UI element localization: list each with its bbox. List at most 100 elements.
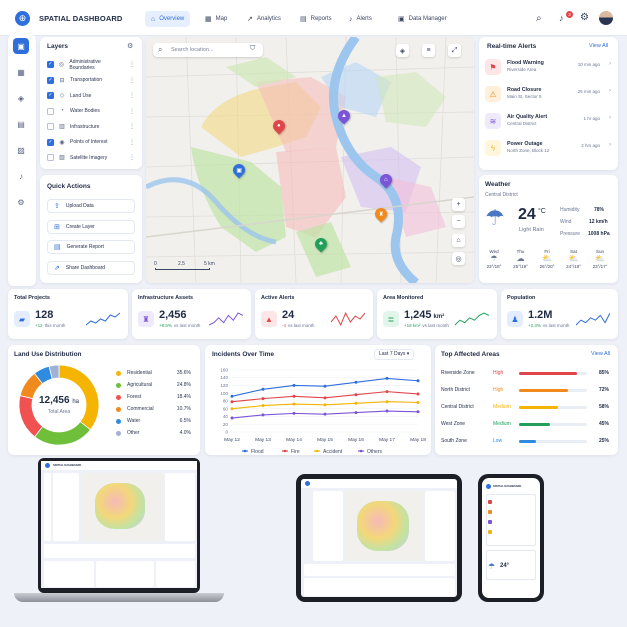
- layer-more-icon[interactable]: ⋮: [129, 154, 135, 161]
- map-panel[interactable]: [146, 37, 474, 283]
- map-icon[interactable]: ▦: [13, 64, 29, 80]
- legend-swatch: [116, 418, 121, 424]
- quick-action-label: Generate Report: [66, 244, 104, 250]
- gear-icon[interactable]: ⚙: [13, 194, 29, 210]
- layers-title: Layers: [47, 43, 68, 50]
- layer-item[interactable]: ✓ ⊟ Transportation ⋮: [47, 75, 135, 86]
- chevron-right-icon[interactable]: ›: [609, 88, 611, 94]
- nav-tab-data-manager[interactable]: ▣ Data Manager: [392, 11, 453, 27]
- zoom-out-button[interactable]: −: [452, 215, 465, 228]
- chevron-right-icon[interactable]: ›: [609, 142, 611, 148]
- affected-area-row[interactable]: West Zone Medium 45%: [441, 418, 609, 430]
- layer-more-icon[interactable]: ⋮: [129, 139, 135, 146]
- nav-tab-alerts[interactable]: ♪ Alerts: [343, 11, 378, 27]
- alerts-view-all-link[interactable]: View All: [589, 43, 608, 49]
- alert-item[interactable]: ⚠ Road Closure Main St, Sector 5 25 min ago…: [485, 86, 611, 108]
- x-tick-label: May 14: [286, 437, 302, 443]
- data-point-fire: [385, 390, 389, 394]
- layers-settings-icon[interactable]: ⚙: [127, 42, 133, 50]
- affected-area-row[interactable]: South Zone Low 25%: [441, 435, 609, 447]
- settings-gear-icon[interactable]: ⚙: [580, 12, 589, 23]
- layer-more-icon[interactable]: ⋮: [129, 123, 135, 130]
- map-search-input[interactable]: Search location...: [171, 47, 214, 53]
- affected-area-row[interactable]: North District High 72%: [441, 384, 609, 396]
- layer-more-icon[interactable]: ⋮: [129, 61, 135, 68]
- land-use-title: Land Use Distribution: [14, 351, 82, 358]
- layer-item[interactable]: ✓ ◇ Land Use ⋮: [47, 90, 135, 101]
- top-areas-view-all-link[interactable]: View All: [591, 351, 610, 357]
- alert-item[interactable]: ⚑ Flood Warning Riverside Area 10 min ago ›: [485, 59, 611, 81]
- legend-label: Other: [127, 430, 140, 436]
- map-layers-icon[interactable]: ◈: [396, 44, 409, 57]
- kpi-delta: +18 km² vs last month: [404, 323, 449, 328]
- quick-action-create-layer[interactable]: ⊞ Create Layer: [47, 219, 135, 234]
- kpi-delta: +12 this month: [35, 323, 65, 328]
- layer-more-icon[interactable]: ⋮: [129, 108, 135, 115]
- affected-area-row[interactable]: Riverside Zone High 85%: [441, 367, 609, 379]
- layer-checkbox[interactable]: [47, 123, 54, 130]
- layer-more-icon[interactable]: ⋮: [129, 92, 135, 99]
- legend-label: Flood: [251, 449, 264, 455]
- laptop-screen: SPATIAL DASHBOARD: [41, 461, 197, 588]
- zoom-in-button[interactable]: +: [452, 198, 465, 211]
- data-point-flood: [416, 379, 420, 383]
- layer-item[interactable]: ✓ ◉ Points of Interest ⋮: [47, 137, 135, 148]
- legend-label: Others: [367, 449, 383, 455]
- layer-more-icon[interactable]: ⋮: [129, 77, 135, 84]
- nav-tab-map[interactable]: ▦ Map: [199, 11, 233, 27]
- legend-marker: [243, 449, 247, 453]
- notifications-bell-icon[interactable]: ♪: [559, 13, 564, 23]
- kpi-delta-desc: vs last month: [288, 323, 315, 328]
- humidity-value: 78%: [594, 207, 605, 213]
- kpi-card-area-monitored: Area Monitored ≣ 1,245 km² +18 km² vs last mo…: [377, 289, 497, 339]
- map-home-button[interactable]: ⌂: [452, 234, 465, 247]
- map-canvas[interactable]: [146, 37, 474, 283]
- land-use-legend-item: Agricultural 24.8%: [116, 380, 191, 390]
- y-tick-label: 80: [223, 399, 229, 404]
- affected-area-row[interactable]: Central District Medium 58%: [441, 401, 609, 413]
- table-icon[interactable]: ▤: [13, 116, 29, 132]
- map-settings-icon[interactable]: ≡: [422, 44, 435, 57]
- chevron-right-icon[interactable]: ›: [609, 61, 611, 67]
- data-point-flood: [230, 394, 234, 398]
- dashboard-icon[interactable]: ▣: [13, 38, 29, 54]
- layer-checkbox[interactable]: ✓: [47, 92, 54, 99]
- map-locate-button[interactable]: ◎: [452, 252, 465, 265]
- search-icon[interactable]: ⌕: [536, 13, 542, 24]
- bell-icon[interactable]: ♪: [13, 168, 29, 184]
- legend-swatch: [116, 370, 121, 376]
- legend-label: Agricultural: [127, 382, 153, 388]
- land-use-legend-item: Other 4.0%: [116, 428, 191, 438]
- layer-item[interactable]: ▧ Satellite Imagery ⋮: [47, 152, 135, 163]
- layer-checkbox[interactable]: ✓: [47, 61, 54, 68]
- date-range-select[interactable]: Last 7 Days ▾: [374, 349, 414, 360]
- quick-action-label: Create Layer: [65, 223, 95, 230]
- layers-icon[interactable]: ◈: [13, 90, 29, 106]
- map-filter-icon[interactable]: ⛉: [250, 45, 255, 53]
- layer-checkbox[interactable]: [47, 107, 54, 115]
- alert-text: Flood Warning Riverside Area: [507, 59, 544, 73]
- user-avatar[interactable]: [599, 11, 613, 25]
- quick-action-generate-report[interactable]: ▤ Generate Report: [47, 240, 135, 254]
- quick-action-icon: ▤: [54, 244, 61, 251]
- map-fullscreen-icon[interactable]: ⤢: [448, 44, 461, 57]
- forecast-day: Sat ⛅ 24°/18°: [564, 249, 584, 269]
- layer-label: Administrative Boundaries: [69, 58, 101, 71]
- layer-item[interactable]: ✓ ◎ Administrative Boundaries ⋮: [47, 58, 135, 71]
- layer-checkbox[interactable]: [47, 154, 54, 161]
- area-name: Riverside Zone: [441, 370, 475, 376]
- nav-tab-reports[interactable]: ▤ Reports: [294, 11, 338, 27]
- layer-label: Infrastructure: [70, 123, 100, 130]
- nav-tab-analytics[interactable]: ↗ Analytics: [241, 11, 287, 27]
- layer-checkbox[interactable]: ✓: [47, 138, 54, 146]
- layer-item[interactable]: ◔ Water Bodies ⋮: [47, 106, 135, 117]
- quick-action-share-dashboard[interactable]: ⇗ Share Dashboard: [47, 260, 135, 275]
- image-icon[interactable]: ▨: [13, 142, 29, 158]
- alert-item[interactable]: ≋ Air Quality Alert Central District 1 hr a…: [485, 113, 611, 135]
- quick-action-upload-data[interactable]: ⇪ Upload Data: [47, 199, 135, 213]
- layer-item[interactable]: ▥ Infrastructure ⋮: [47, 121, 135, 132]
- alert-item[interactable]: ϟ Power Outage North Zone, Block 12 2 hrs a…: [485, 140, 611, 162]
- chevron-right-icon[interactable]: ›: [609, 115, 611, 121]
- nav-tab-overview[interactable]: ⌂ Overview: [145, 11, 191, 27]
- layer-checkbox[interactable]: ✓: [47, 76, 54, 84]
